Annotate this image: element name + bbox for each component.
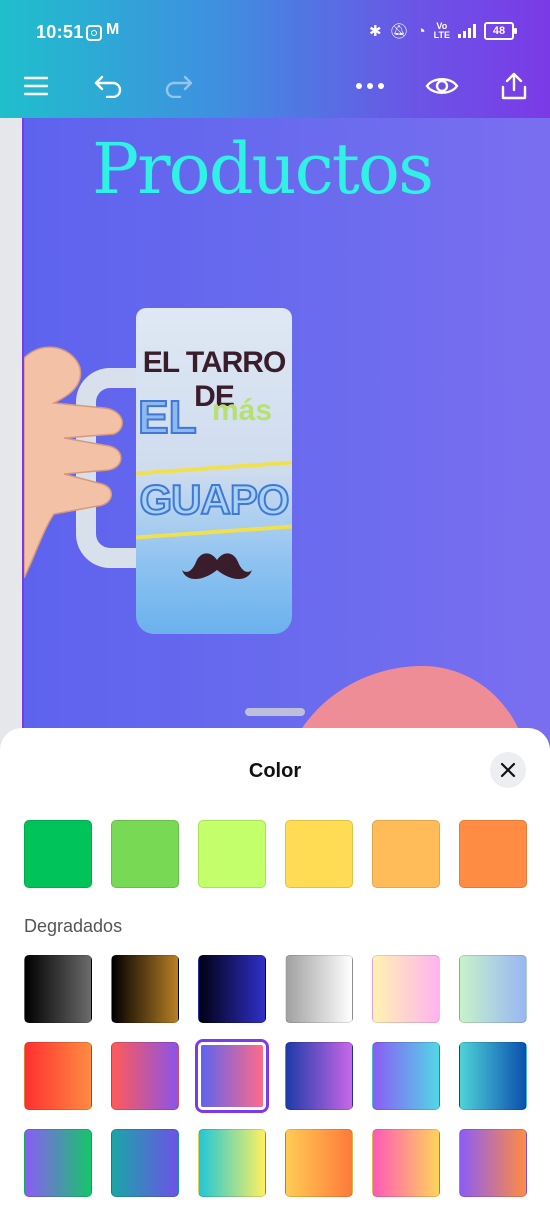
gradient-swatch[interactable] (372, 1042, 440, 1110)
redo-button[interactable] (157, 64, 201, 108)
gradient-swatch[interactable] (111, 955, 179, 1023)
gradient-swatch[interactable] (459, 1129, 527, 1197)
editor-toolbar (0, 58, 550, 118)
battery-icon: 48 (484, 22, 517, 40)
status-time: 10:51 (36, 22, 84, 42)
undo-icon (94, 75, 122, 98)
redo-icon (165, 75, 193, 98)
share-button[interactable] (492, 64, 536, 108)
gradient-swatch[interactable] (198, 955, 266, 1023)
sheet-title: Color (248, 760, 302, 782)
gradient-swatch[interactable] (24, 1042, 92, 1110)
mustache-icon (182, 553, 252, 579)
undo-button[interactable] (86, 64, 130, 108)
bluetooth-icon: ✱ (368, 23, 382, 40)
status-bar: 10:51 M ✱ 🔕︎ ◔ Vo LTE 48 (0, 0, 550, 66)
close-icon (500, 762, 516, 778)
mug-text-line2: EL (137, 390, 198, 444)
mug-image[interactable]: EL TARRO DE EL más GUAPO (136, 308, 292, 634)
mug-stripe-lower (136, 524, 292, 540)
mug-stripe (136, 460, 292, 476)
gradient-swatch[interactable] (459, 1042, 527, 1110)
color-swatch[interactable] (111, 820, 179, 888)
more-button[interactable] (348, 64, 392, 108)
gradient-swatch[interactable] (24, 955, 92, 1023)
menu-button[interactable] (14, 64, 58, 108)
share-upload-icon (501, 72, 527, 100)
design-title[interactable]: Productos (92, 128, 434, 210)
gradient-swatch[interactable] (111, 1129, 179, 1197)
gradients-label: Degradados (24, 916, 123, 936)
volte-icon: Vo LTE (433, 21, 450, 40)
color-swatch[interactable] (372, 820, 440, 888)
menu-icon (24, 76, 48, 96)
signal-icon (458, 24, 476, 38)
color-swatch[interactable] (285, 820, 353, 888)
gradient-swatch[interactable] (372, 1129, 440, 1197)
color-swatch[interactable] (198, 820, 266, 888)
color-swatch[interactable] (459, 820, 527, 888)
preview-eye-icon (425, 78, 459, 94)
preview-button[interactable] (420, 64, 464, 108)
close-button[interactable] (490, 752, 526, 788)
gradient-swatch[interactable] (198, 1129, 266, 1197)
gradient-swatch-selected[interactable] (198, 1042, 266, 1110)
design-page[interactable]: Productos EL TARRO DE EL más GUAPO (22, 118, 550, 758)
gradient-swatch[interactable] (285, 955, 353, 1023)
mug-text-line2b: más (212, 394, 273, 427)
gradient-swatch[interactable] (372, 955, 440, 1023)
sheet-drag-handle[interactable] (245, 708, 305, 716)
more-icon (356, 83, 384, 89)
gradient-swatch[interactable] (111, 1042, 179, 1110)
color-sheet: Color Degradados (0, 728, 550, 1221)
hand-image (24, 346, 124, 578)
gradient-swatch[interactable] (24, 1129, 92, 1197)
top-bar: 10:51 M ✱ 🔕︎ ◔ Vo LTE 48 (0, 0, 550, 118)
gradient-swatch[interactable] (285, 1129, 353, 1197)
color-swatch[interactable] (24, 820, 92, 888)
gradient-swatch[interactable] (459, 955, 527, 1023)
gmail-icon: M (106, 21, 120, 38)
mug-text-line3: GUAPO (138, 475, 290, 524)
gradient-swatch[interactable] (285, 1042, 353, 1110)
mute-icon: 🔕︎ (389, 23, 409, 40)
wifi-icon: ◔ (416, 22, 426, 40)
instagram-icon (86, 25, 102, 41)
